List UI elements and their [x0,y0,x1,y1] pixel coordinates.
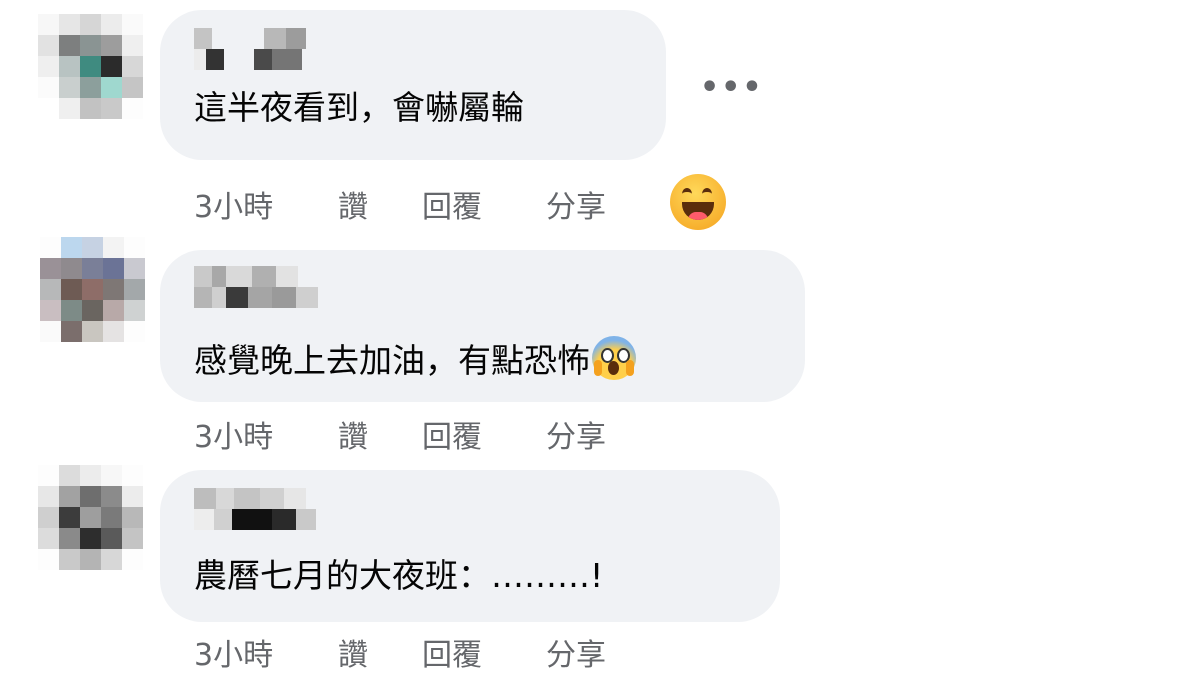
avatar[interactable] [40,237,145,342]
reply-button[interactable]: 回覆 [422,182,482,226]
reply-button[interactable]: 回覆 [422,412,482,456]
comment-bubble: 感覺晚上去加油，有點恐怖 [160,250,805,402]
author-name[interactable] [194,266,344,308]
author-name[interactable] [194,28,344,70]
comment-text: 感覺晚上去加油，有點恐怖 [194,336,636,381]
share-button[interactable]: 分享 [546,182,606,226]
like-button[interactable]: 讚 [338,630,368,674]
comment-text-content: 感覺晚上去加油，有點恐怖 [194,341,590,380]
comment-bubble: 農曆七月的大夜班：………! [160,470,780,622]
reply-button[interactable]: 回覆 [422,630,482,674]
comment-text: 農曆七月的大夜班：………! [194,556,604,595]
laughing-emoji-icon[interactable] [670,174,726,230]
like-button[interactable]: 讚 [338,412,368,456]
share-button[interactable]: 分享 [546,630,606,674]
share-button[interactable]: 分享 [546,412,606,456]
more-options-icon[interactable]: ••• [700,70,764,105]
comment-text: 這半夜看到，會嚇屬輪 [194,88,524,127]
avatar[interactable] [38,14,143,119]
screaming-emoji-icon [592,336,636,380]
like-button[interactable]: 讚 [338,182,368,226]
avatar[interactable] [38,465,143,570]
author-name[interactable] [194,488,344,530]
comment-bubble: 這半夜看到，會嚇屬輪 [160,10,666,160]
timestamp[interactable]: 3小時 [194,182,273,226]
timestamp[interactable]: 3小時 [194,630,273,674]
timestamp[interactable]: 3小時 [194,412,273,456]
